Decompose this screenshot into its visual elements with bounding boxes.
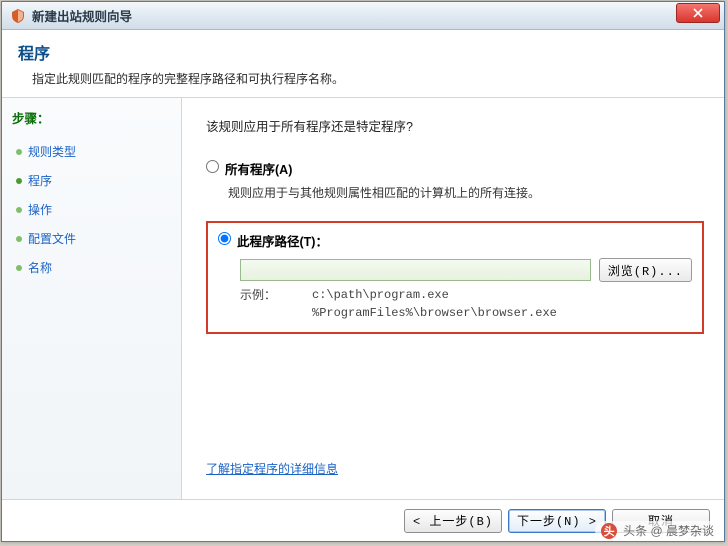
- highlight-box: 此程序路径(T)： 浏览(R)... 示例： c:\path\program.e…: [206, 221, 704, 334]
- browse-button[interactable]: 浏览(R)...: [599, 258, 692, 282]
- main-content: 该规则应用于所有程序还是特定程序? 所有程序(A) 规则应用于与其他规则属性相匹…: [182, 98, 724, 499]
- option-all-label: 所有程序(A): [225, 159, 292, 178]
- radio-program-path[interactable]: [218, 232, 231, 245]
- back-button[interactable]: < 上一步(B): [404, 509, 502, 533]
- step-name[interactable]: 名称: [12, 253, 181, 282]
- option-all-desc: 规则应用于与其他规则属性相匹配的计算机上的所有连接。: [228, 184, 704, 201]
- example-label: 示例：: [240, 286, 312, 322]
- page-title: 程序: [18, 40, 708, 64]
- learn-more-link[interactable]: 了解指定程序的详细信息: [206, 460, 338, 477]
- step-label[interactable]: 配置文件: [28, 230, 76, 247]
- radio-all-programs[interactable]: [206, 160, 219, 173]
- bullet-icon: [16, 207, 22, 213]
- step-rule-type[interactable]: 规则类型: [12, 137, 181, 166]
- path-row: 浏览(R)...: [240, 258, 692, 282]
- question-text: 该规则应用于所有程序还是特定程序?: [206, 116, 704, 135]
- bullet-icon: [16, 265, 22, 271]
- option-program-path[interactable]: 此程序路径(T)：: [218, 231, 692, 250]
- step-label[interactable]: 操作: [28, 201, 52, 218]
- cancel-button[interactable]: 取消: [612, 509, 710, 533]
- app-icon: [10, 8, 26, 24]
- step-profile[interactable]: 配置文件: [12, 224, 181, 253]
- titlebar-controls: [676, 9, 720, 23]
- bullet-icon: [16, 178, 22, 184]
- step-program[interactable]: 程序: [12, 166, 181, 195]
- footer-pane: < 上一步(B) 下一步(N) > 取消: [2, 499, 724, 541]
- step-action[interactable]: 操作: [12, 195, 181, 224]
- page-subtitle: 指定此规则匹配的程序的完整程序路径和可执行程序名称。: [18, 70, 708, 87]
- steps-sidebar: 步骤： 规则类型 程序 操作 配置文件 名称: [2, 98, 182, 499]
- example-row: 示例： c:\path\program.exe %ProgramFiles%\b…: [240, 286, 692, 322]
- body-pane: 步骤： 规则类型 程序 操作 配置文件 名称 该规则应: [2, 98, 724, 499]
- titlebar: 新建出站规则向导: [2, 2, 724, 30]
- bullet-icon: [16, 149, 22, 155]
- example-paths: c:\path\program.exe %ProgramFiles%\brows…: [312, 286, 557, 322]
- header-pane: 程序 指定此规则匹配的程序的完整程序路径和可执行程序名称。: [2, 30, 724, 98]
- step-label[interactable]: 名称: [28, 259, 52, 276]
- option-path-label: 此程序路径(T)：: [237, 231, 328, 250]
- next-button[interactable]: 下一步(N) >: [508, 509, 606, 533]
- close-button[interactable]: [676, 3, 720, 23]
- step-label[interactable]: 程序: [28, 172, 52, 189]
- window-title: 新建出站规则向导: [32, 6, 132, 25]
- step-label[interactable]: 规则类型: [28, 143, 76, 160]
- option-all-programs[interactable]: 所有程序(A): [206, 159, 704, 178]
- wizard-window: 新建出站规则向导 程序 指定此规则匹配的程序的完整程序路径和可执行程序名称。 步…: [1, 1, 725, 542]
- program-path-input[interactable]: [240, 259, 591, 281]
- steps-heading: 步骤：: [12, 108, 181, 127]
- close-icon: [693, 8, 703, 18]
- bullet-icon: [16, 236, 22, 242]
